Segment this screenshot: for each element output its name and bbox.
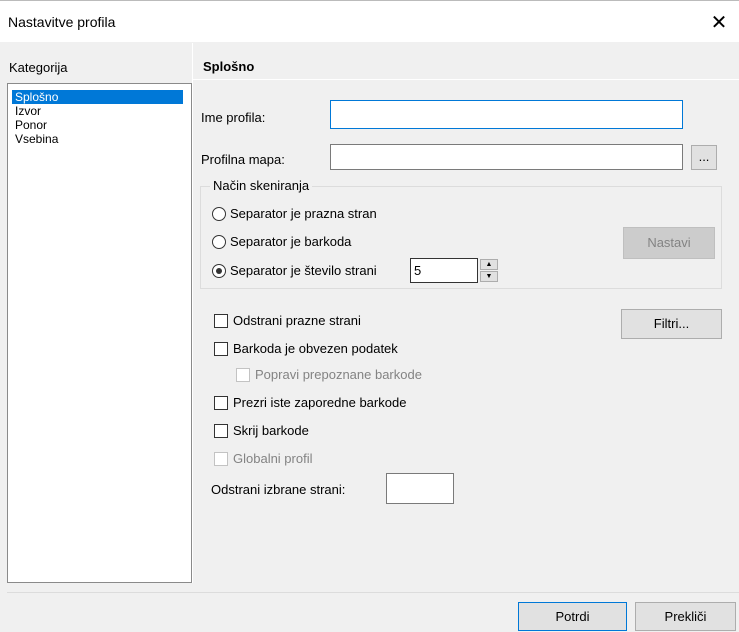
window-title: Nastavitve profila xyxy=(8,14,116,30)
footer-divider xyxy=(7,592,739,593)
profile-name-input[interactable] xyxy=(330,100,683,129)
global-profile-checkbox xyxy=(214,452,228,466)
filters-button[interactable]: Filtri... xyxy=(621,309,722,339)
ignore-same-checkbox[interactable] xyxy=(214,396,228,410)
category-label: Kategorija xyxy=(9,60,68,75)
ok-button[interactable]: Potrdi xyxy=(518,602,627,631)
spin-down-icon[interactable]: ▼ xyxy=(480,271,498,282)
hide-barcodes-checkbox[interactable] xyxy=(214,424,228,438)
panel-header: Splošno xyxy=(193,51,739,80)
remove-selected-label: Odstrani izbrane strani: xyxy=(211,482,346,497)
close-icon[interactable]: ✕ xyxy=(704,9,734,37)
radio-barcode-label[interactable]: Separator je barkoda xyxy=(230,234,351,249)
radio-barcode[interactable] xyxy=(212,235,226,249)
dialog-window: Nastavitve profila ✕ Kategorija Splošno … xyxy=(0,0,739,632)
browse-button[interactable]: ... xyxy=(691,145,717,170)
panel-divider xyxy=(192,43,193,583)
scan-mode-title: Način skeniranja xyxy=(210,178,313,193)
spin-up-icon[interactable]: ▲ xyxy=(480,259,498,270)
pages-count-input[interactable] xyxy=(410,258,478,283)
remove-selected-input[interactable] xyxy=(386,473,454,504)
title-bar: Nastavitve profila ✕ xyxy=(0,0,739,42)
set-button: Nastavi xyxy=(623,227,715,259)
profile-folder-input[interactable] xyxy=(330,144,683,170)
radio-blank-page[interactable] xyxy=(212,207,226,221)
radio-page-count-label[interactable]: Separator je število strani xyxy=(230,263,377,278)
panel-heading: Splošno xyxy=(203,59,255,74)
radio-page-count[interactable] xyxy=(212,264,226,278)
category-item-splosno[interactable]: Splošno xyxy=(12,90,183,104)
barcode-required-label[interactable]: Barkoda je obvezen podatek xyxy=(233,341,398,356)
profile-folder-label: Profilna mapa: xyxy=(201,152,285,167)
category-item-vsebina[interactable]: Vsebina xyxy=(12,132,183,146)
fix-barcodes-checkbox xyxy=(236,368,250,382)
category-list[interactable]: Splošno Izvor Ponor Vsebina xyxy=(7,83,192,583)
global-profile-label: Globalni profil xyxy=(233,451,313,466)
hide-barcodes-label[interactable]: Skrij barkode xyxy=(233,423,309,438)
pages-spinner[interactable]: ▲ ▼ xyxy=(480,259,500,283)
category-item-ponor[interactable]: Ponor xyxy=(12,118,183,132)
barcode-required-checkbox[interactable] xyxy=(214,342,228,356)
cancel-button[interactable]: Prekliči xyxy=(635,602,736,631)
remove-blank-label[interactable]: Odstrani prazne strani xyxy=(233,313,361,328)
ignore-same-label[interactable]: Prezri iste zaporedne barkode xyxy=(233,395,406,410)
radio-blank-page-label[interactable]: Separator je prazna stran xyxy=(230,206,377,221)
fix-barcodes-label: Popravi prepoznane barkode xyxy=(255,367,422,382)
remove-blank-checkbox[interactable] xyxy=(214,314,228,328)
category-item-izvor[interactable]: Izvor xyxy=(12,104,183,118)
profile-name-label: Ime profila: xyxy=(201,110,266,125)
